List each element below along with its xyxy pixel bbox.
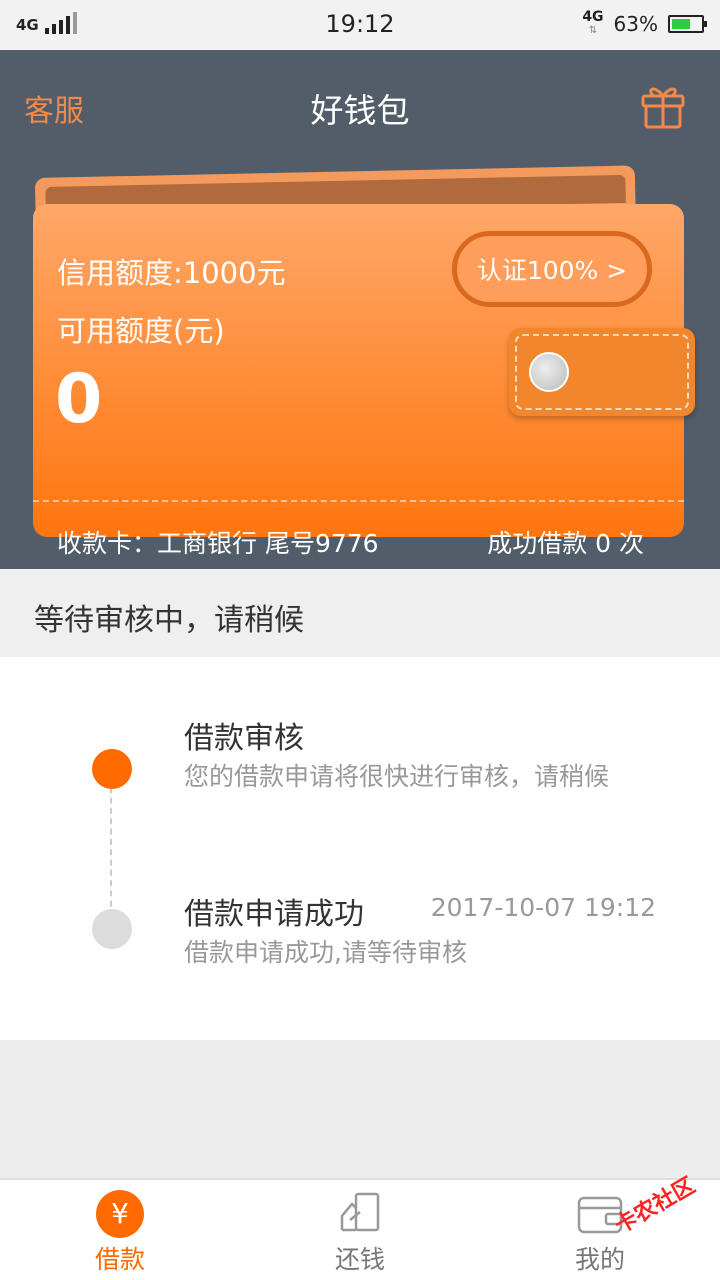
review-status-row: 等待审核中，请稍候 — [0, 569, 720, 657]
successful-loan-count: 成功借款 0 次 — [487, 529, 644, 558]
bottom-tab-bar: ¥ 借款 还钱 我的 — [0, 1178, 720, 1280]
verification-button[interactable]: 认证100% > — [452, 231, 652, 307]
tab-label: 借款 — [94, 1245, 145, 1274]
yuan-icon: ¥ — [96, 1190, 144, 1238]
tab-label: 还钱 — [334, 1245, 385, 1274]
battery-level — [672, 19, 690, 29]
timeline-connector — [110, 777, 112, 917]
battery-percent: 63% — [613, 12, 658, 36]
available-limit-label: 可用额度(元) — [57, 314, 225, 348]
wallet-clasp — [509, 328, 695, 416]
header-panel: 客服 好钱包 信用额度:1000元 认证100% > 可用额度(元) 0 收款卡… — [0, 50, 720, 569]
timeline-item-desc: 您的借款申请将很快进行审核，请稍候 — [184, 762, 610, 791]
timeline-item-time: 2017-10-07 19:12 — [430, 893, 656, 922]
gift-button[interactable] — [640, 80, 686, 130]
page-title: 好钱包 — [310, 91, 410, 130]
network-type-right: 4G — [582, 9, 604, 25]
tab-label: 我的 — [574, 1245, 625, 1274]
repay-icon — [336, 1190, 384, 1238]
receiving-card-info: 收款卡：工商银行 尾号9776 — [57, 529, 379, 558]
battery-icon — [668, 15, 707, 33]
gift-icon — [641, 87, 685, 129]
timeline-item-desc: 借款申请成功,请等待审核 — [184, 938, 467, 967]
progress-timeline: 借款审核 您的借款申请将很快进行审核，请稍候 借款申请成功 2017-10-07… — [0, 657, 720, 1040]
timeline-item-title: 借款申请成功 — [184, 897, 364, 932]
credit-limit: 信用额度:1000元 — [57, 256, 286, 290]
clasp-button-icon — [529, 352, 569, 392]
review-status-text: 等待审核中，请稍候 — [34, 603, 304, 638]
timeline-dot-done — [92, 909, 132, 949]
timeline-dot-active — [92, 749, 132, 789]
wallet-card: 信用额度:1000元 认证100% > 可用额度(元) 0 收款卡：工商银行 尾… — [33, 204, 695, 558]
timeline-item-title: 借款审核 — [184, 721, 304, 756]
status-bar: 4G 19:12 4G ⇅ 63% — [0, 0, 720, 50]
card-divider — [33, 500, 684, 502]
tab-borrow[interactable]: ¥ 借款 — [0, 1180, 240, 1280]
tab-repay[interactable]: 还钱 — [240, 1180, 480, 1280]
data-network-icon: 4G ⇅ — [582, 9, 604, 36]
available-limit-value: 0 — [55, 360, 103, 439]
